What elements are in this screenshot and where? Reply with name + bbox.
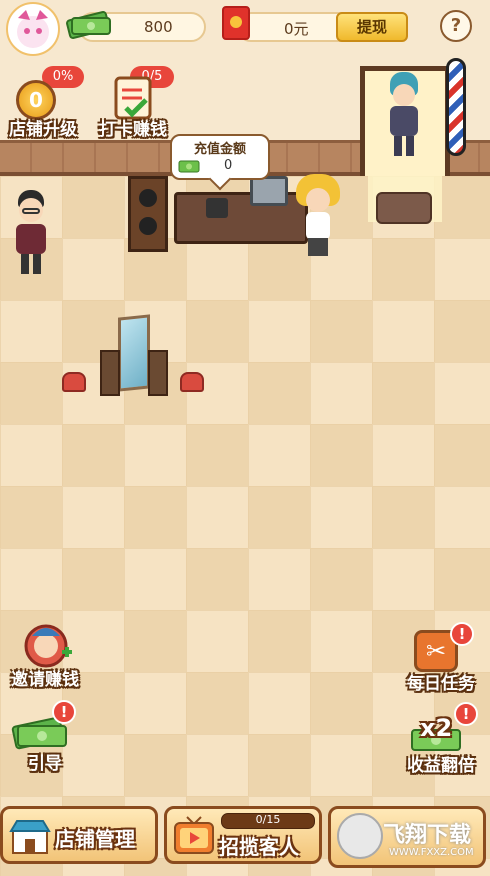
watermark-url: WWW.FXXZ.COM xyxy=(389,847,474,858)
double-earnings-button[interactable]: x2 ! 收益翻倍 xyxy=(398,702,484,776)
coin-amount: 800 xyxy=(144,18,173,36)
speaker-cabinet xyxy=(128,176,168,252)
player-avatar[interactable] xyxy=(6,2,60,56)
double-earnings-alert-badge: ! xyxy=(454,702,478,726)
customer-character[interactable] xyxy=(386,72,422,158)
recruit-progress-bar: 0/15 xyxy=(221,813,315,829)
daily-task-label: 每日任务 xyxy=(407,674,475,694)
recharge-value: 0 xyxy=(224,158,233,173)
invite-button[interactable]: 邀请赚钱 xyxy=(2,616,88,690)
shop-manage-button[interactable]: 店铺管理 xyxy=(0,806,158,864)
shop-upgrade-icon: 0 xyxy=(16,80,56,120)
game-stage: { "topbar": { "coins": "800", "money": "… xyxy=(0,0,490,876)
barber-pole-icon xyxy=(446,58,466,156)
daily-task-button[interactable]: ✂ ! 每日任务 xyxy=(398,620,484,694)
shop-upgrade-label: 店铺升级 xyxy=(9,120,77,140)
barber-character[interactable] xyxy=(12,190,48,276)
money-amount: 0元 xyxy=(284,20,309,38)
guide-alert-badge: ! xyxy=(52,700,76,724)
watermark-logo: 飞翔下载 WWW.FXXZ.COM xyxy=(328,806,486,868)
door-mat xyxy=(376,192,432,224)
tv-icon xyxy=(174,816,214,854)
recruit-customers-button[interactable]: 0/15 招揽客人 xyxy=(164,806,322,864)
checkin-button[interactable]: 0/5 打卡赚钱 xyxy=(90,66,176,140)
recharge-title: 充值金额 xyxy=(193,142,246,157)
help-button[interactable]: ? xyxy=(440,10,472,42)
cash-register-icon xyxy=(206,198,228,218)
cash-icon xyxy=(178,160,200,173)
withdraw-button[interactable]: 提现 xyxy=(336,12,408,42)
computer-monitor-icon xyxy=(250,176,288,206)
recruit-label: 招揽客人 xyxy=(219,835,299,859)
storefront-icon xyxy=(9,820,51,854)
mirror-station[interactable] xyxy=(100,314,168,402)
stool-right xyxy=(180,372,204,392)
cash-stack-icon xyxy=(66,11,111,39)
avatar-icon xyxy=(17,10,49,48)
invite-character-icon xyxy=(24,624,72,668)
stool-left xyxy=(62,372,86,392)
shop-upgrade-button[interactable]: 0% 0 店铺升级 xyxy=(0,66,86,140)
red-envelope-icon xyxy=(222,6,250,40)
invite-label: 邀请赚钱 xyxy=(11,670,79,690)
guide-label: 引导 xyxy=(28,754,62,774)
watermark-emblem-icon xyxy=(337,813,383,859)
recharge-bubble[interactable]: 充值金额 0 xyxy=(170,134,270,180)
guide-button[interactable]: ! 引导 xyxy=(2,700,88,774)
checkin-label: 打卡赚钱 xyxy=(99,120,167,140)
double-earnings-label: 收益翻倍 xyxy=(407,756,475,776)
receptionist-character[interactable] xyxy=(296,174,340,260)
double-multiplier: x2 xyxy=(420,714,453,742)
shop-manage-label: 店铺管理 xyxy=(55,827,135,851)
watermark-text: 飞翔下载 xyxy=(383,823,472,848)
recruit-progress-text: 0/15 xyxy=(255,813,281,826)
daily-task-alert-badge: ! xyxy=(450,622,474,646)
